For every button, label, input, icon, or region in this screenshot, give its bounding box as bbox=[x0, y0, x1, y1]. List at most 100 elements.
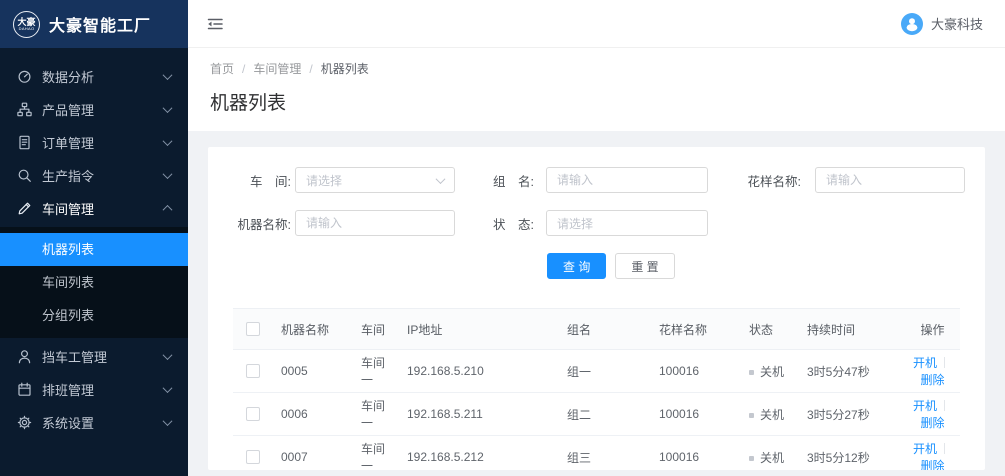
filter-pattern-name: 花样名称: bbox=[745, 167, 965, 193]
cell-ip: 192.168.5.210 bbox=[399, 350, 559, 393]
chevron-down-icon bbox=[163, 416, 173, 426]
cell-workshop: 车间一 bbox=[353, 393, 399, 436]
workshop-label: 车 间: bbox=[233, 171, 291, 190]
workshop-submenu: 机器列表 车间列表 分组列表 bbox=[0, 227, 188, 338]
sidebar-nav: 数据分析 产品管理 订单管理 生产 bbox=[0, 48, 188, 439]
gear-icon bbox=[17, 415, 32, 430]
submenu-item-workshop-list[interactable]: 车间列表 bbox=[0, 266, 188, 299]
column-ip: IP地址 bbox=[399, 309, 559, 350]
chevron-down-icon bbox=[436, 174, 446, 184]
cell-workshop: 车间一 bbox=[353, 436, 399, 471]
breadcrumb-workshop-management[interactable]: 车间管理 bbox=[253, 60, 301, 77]
sidebar-item-label: 车间管理 bbox=[42, 199, 164, 218]
breadcrumb: 首页 / 车间管理 / 机器列表 bbox=[210, 60, 983, 77]
table-row: 0007 车间一 192.168.5.212 组三 100016 关机 3时5分… bbox=[233, 436, 960, 471]
sidebar-item-system-settings[interactable]: 系统设置 bbox=[0, 406, 188, 439]
power-on-link[interactable]: 开机 bbox=[913, 356, 937, 370]
search-icon bbox=[17, 168, 32, 183]
column-actions: 操作 bbox=[905, 309, 960, 350]
brand-title: 大豪智能工厂 bbox=[49, 12, 151, 36]
row-checkbox[interactable] bbox=[246, 364, 260, 378]
column-duration: 持续时间 bbox=[799, 309, 905, 350]
power-on-link[interactable]: 开机 bbox=[913, 399, 937, 413]
content-area: 车 间: 请选择 组 名: 花样名称: bbox=[188, 131, 1005, 476]
row-checkbox[interactable] bbox=[246, 450, 260, 464]
breadcrumb-home[interactable]: 首页 bbox=[210, 60, 234, 77]
delete-link[interactable]: 删除 bbox=[920, 373, 944, 387]
user-name: 大豪科技 bbox=[931, 14, 983, 33]
avatar bbox=[901, 13, 923, 35]
breadcrumb-machine-list: 机器列表 bbox=[321, 60, 369, 77]
breadcrumb-separator: / bbox=[309, 62, 312, 76]
cell-status: 关机 bbox=[741, 393, 799, 436]
sidebar-item-production-command[interactable]: 生产指令 bbox=[0, 159, 188, 192]
brand-logo[interactable]: 大豪 DAHAO 大豪智能工厂 bbox=[0, 0, 188, 48]
app-window: 大豪 DAHAO 大豪智能工厂 数据分析 产品管理 bbox=[0, 0, 1005, 476]
status-select-placeholder: 请选择 bbox=[557, 215, 593, 232]
filter-machine-name: 机器名称: bbox=[233, 210, 455, 236]
chevron-down-icon bbox=[163, 136, 173, 146]
calendar-icon bbox=[17, 382, 32, 397]
filter-actions: 查 询 重 置 bbox=[547, 253, 960, 279]
cell-duration: 3时5分47秒 bbox=[799, 350, 905, 393]
sidebar-item-shift-management[interactable]: 排班管理 bbox=[0, 373, 188, 406]
cell-pattern: 100016 bbox=[651, 393, 741, 436]
chevron-down-icon bbox=[163, 70, 173, 80]
menu-fold-icon[interactable] bbox=[206, 16, 224, 32]
row-checkbox[interactable] bbox=[246, 407, 260, 421]
chevron-down-icon bbox=[163, 169, 173, 179]
submenu-item-machine-list[interactable]: 机器列表 bbox=[0, 233, 188, 266]
sidebar: 大豪 DAHAO 大豪智能工厂 数据分析 产品管理 bbox=[0, 0, 188, 476]
status-text: 关机 bbox=[760, 451, 784, 465]
sidebar-item-label: 生产指令 bbox=[42, 166, 164, 185]
brand-logo-icon: 大豪 DAHAO bbox=[13, 11, 40, 38]
search-button[interactable]: 查 询 bbox=[547, 253, 606, 279]
machine-list-card: 车 间: 请选择 组 名: 花样名称: bbox=[208, 147, 985, 470]
submenu-item-group-list[interactable]: 分组列表 bbox=[0, 299, 188, 332]
sidebar-item-data-analysis[interactable]: 数据分析 bbox=[0, 60, 188, 93]
sidebar-item-product-management[interactable]: 产品管理 bbox=[0, 93, 188, 126]
status-select[interactable]: 请选择 bbox=[546, 210, 708, 236]
table-row: 0006 车间一 192.168.5.211 组二 100016 关机 3时5分… bbox=[233, 393, 960, 436]
pattern-name-input[interactable] bbox=[815, 167, 965, 193]
machine-table: 机器名称 车间 IP地址 组名 花样名称 状态 持续时间 操作 bbox=[233, 308, 960, 470]
delete-link[interactable]: 删除 bbox=[920, 459, 944, 470]
chevron-up-icon bbox=[163, 205, 173, 215]
page-title: 机器列表 bbox=[210, 88, 983, 115]
sidebar-item-label: 排班管理 bbox=[42, 380, 164, 399]
group-name-input[interactable] bbox=[546, 167, 708, 193]
sidebar-item-order-management[interactable]: 订单管理 bbox=[0, 126, 188, 159]
cell-group: 组一 bbox=[559, 350, 651, 393]
workshop-select[interactable]: 请选择 bbox=[295, 167, 455, 193]
top-header: 大豪科技 bbox=[188, 0, 1005, 48]
sidebar-item-worker-management[interactable]: 挡车工管理 bbox=[0, 340, 188, 373]
machine-name-label: 机器名称: bbox=[233, 214, 291, 233]
document-icon bbox=[17, 135, 32, 150]
sidebar-item-label: 订单管理 bbox=[42, 133, 164, 152]
workshop-select-placeholder: 请选择 bbox=[306, 172, 342, 189]
pen-icon bbox=[17, 201, 32, 216]
user-icon bbox=[17, 349, 32, 364]
machine-name-input[interactable] bbox=[295, 210, 455, 236]
logo-badge-en: DAHAO bbox=[19, 27, 35, 31]
column-group: 组名 bbox=[559, 309, 651, 350]
power-on-link[interactable]: 开机 bbox=[913, 442, 937, 456]
reset-button[interactable]: 重 置 bbox=[615, 253, 674, 279]
cell-status: 关机 bbox=[741, 350, 799, 393]
user-menu[interactable]: 大豪科技 bbox=[901, 13, 983, 35]
cell-duration: 3时5分12秒 bbox=[799, 436, 905, 471]
action-divider bbox=[944, 443, 945, 454]
dashboard-icon bbox=[17, 69, 32, 84]
sidebar-item-workshop-management[interactable]: 车间管理 bbox=[0, 192, 188, 225]
sidebar-item-label: 数据分析 bbox=[42, 67, 164, 86]
action-divider bbox=[944, 357, 945, 368]
cell-ip: 192.168.5.212 bbox=[399, 436, 559, 471]
delete-link[interactable]: 删除 bbox=[920, 416, 944, 430]
select-all-checkbox[interactable] bbox=[246, 322, 260, 336]
sidebar-item-label: 系统设置 bbox=[42, 413, 164, 432]
cell-machine-name: 0007 bbox=[273, 436, 353, 471]
cell-pattern: 100016 bbox=[651, 436, 741, 471]
cell-machine-name: 0006 bbox=[273, 393, 353, 436]
pattern-name-label: 花样名称: bbox=[745, 171, 801, 190]
group-name-label: 组 名: bbox=[488, 171, 534, 190]
